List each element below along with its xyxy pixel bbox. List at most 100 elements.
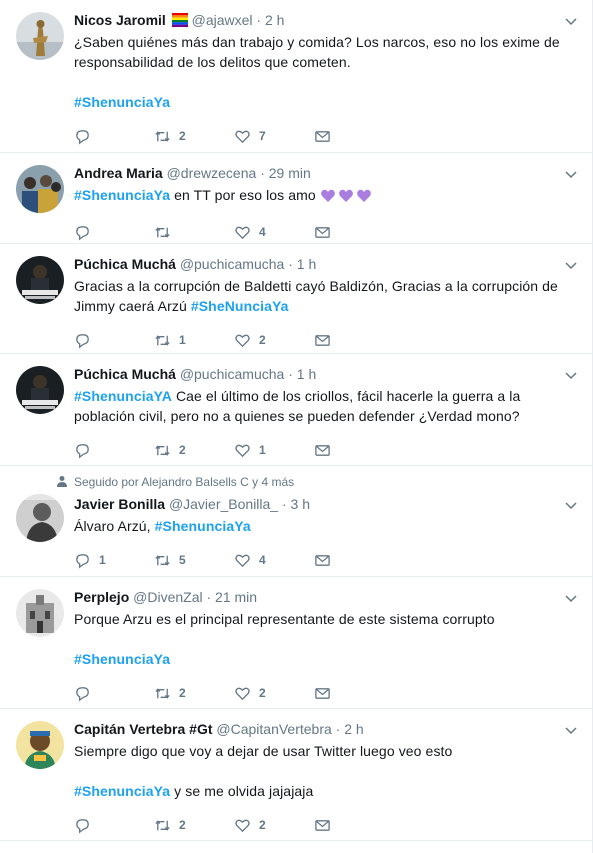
handle[interactable]: @ajawxel <box>192 12 253 28</box>
like-button[interactable]: 7 <box>234 128 314 145</box>
reply-icon <box>76 818 89 833</box>
avatar[interactable] <box>16 589 64 637</box>
social-context-text[interactable]: Seguido por Alejandro Balsells C y 4 más <box>74 475 294 489</box>
tweet-text: Porque Arzu es el principal representant… <box>74 609 580 629</box>
reply-button[interactable]: 1 <box>74 552 154 569</box>
reply-icon <box>76 333 89 348</box>
display-name[interactable]: Perplejo <box>74 589 129 605</box>
display-name[interactable]: Javier Bonilla <box>74 496 165 512</box>
display-name[interactable]: Púchica Muchá <box>74 256 176 272</box>
timestamp[interactable]: 1 h <box>297 256 316 272</box>
like-button[interactable]: 1 <box>234 442 314 459</box>
handle[interactable]: @CapitanVertebra <box>216 721 331 737</box>
avatar[interactable] <box>16 366 64 414</box>
direct-message-button[interactable] <box>314 552 339 569</box>
reply-button[interactable] <box>74 224 154 241</box>
separator: · <box>335 721 341 737</box>
display-name[interactable]: Capitán Vertebra #Gt <box>74 721 213 737</box>
handle[interactable]: @puchicamucha <box>180 256 285 272</box>
tweet[interactable]: Púchica Muchá @puchicamucha · 1 h Gracia… <box>0 244 592 354</box>
hashtag-link[interactable]: #ShenunciaYa <box>74 187 170 203</box>
chevron-down-icon[interactable] <box>564 368 578 382</box>
tweet-text: #ShenunciaYA Cae el último de los crioll… <box>74 386 580 426</box>
envelope-icon <box>315 130 330 142</box>
retweet-button[interactable]: 1 <box>154 332 234 349</box>
timestamp[interactable]: 1 h <box>297 366 316 382</box>
tweet-body: Gracias a la corrupción de Baldetti cayó… <box>74 278 558 314</box>
separator: · <box>256 12 262 28</box>
retweet-button[interactable]: 5 <box>154 552 234 569</box>
reply-button[interactable] <box>74 817 154 834</box>
hashtag-link[interactable]: #ShenunciaYa <box>155 518 251 534</box>
heart-icon <box>235 819 250 832</box>
handle[interactable]: @drewzecena <box>167 165 257 181</box>
retweet-button[interactable]: 2 <box>154 817 234 834</box>
timestamp[interactable]: 2 h <box>265 12 284 28</box>
chevron-down-icon[interactable] <box>564 591 578 605</box>
avatar[interactable] <box>16 165 64 213</box>
reply-button[interactable] <box>74 332 154 349</box>
tweet[interactable]: Capitán Vertebra #Gt @CapitanVertebra · … <box>0 709 592 841</box>
tweet[interactable]: Andrea Maria @drewzecena · 29 min #Shenu… <box>0 153 592 244</box>
hashtag-link[interactable]: #ShenunciaYa <box>74 651 170 667</box>
reply-button[interactable] <box>74 442 154 459</box>
direct-message-button[interactable] <box>314 685 339 702</box>
direct-message-button[interactable] <box>314 817 339 834</box>
timestamp[interactable]: 2 h <box>344 721 363 737</box>
direct-message-button[interactable] <box>314 332 339 349</box>
reply-button[interactable] <box>74 128 154 145</box>
hashtag-link[interactable]: #ShenunciaYA <box>74 388 172 404</box>
timestamp[interactable]: 29 min <box>269 165 311 181</box>
tweet-text-paragraph: #ShenunciaYa <box>74 649 580 669</box>
handle[interactable]: @Javier_Bonilla_ <box>169 496 278 512</box>
avatar[interactable] <box>16 256 64 304</box>
chevron-down-icon[interactable] <box>564 498 578 512</box>
tweet[interactable]: Seguido por Alejandro Balsells C y 4 más… <box>0 466 592 577</box>
retweet-count: 2 <box>179 818 186 832</box>
like-button[interactable]: 2 <box>234 332 314 349</box>
retweet-button[interactable]: 2 <box>154 685 234 702</box>
tweet-text-paragraph: #ShenunciaYa <box>74 92 580 112</box>
tweet-actions: 2 2 <box>74 673 580 713</box>
retweet-icon <box>155 226 170 238</box>
tweet[interactable]: Nicos Jaromil @ajawxel · 2 h ¿Saben quié… <box>0 0 592 153</box>
hashtag-link[interactable]: #ShenunciaYa <box>74 94 170 110</box>
tweet-actions: 2 2 <box>74 805 580 845</box>
display-name[interactable]: Nicos Jaromil <box>74 12 166 28</box>
like-button[interactable]: 4 <box>234 224 314 241</box>
tweet-header: Andrea Maria @drewzecena · 29 min <box>74 163 580 183</box>
display-name[interactable]: Púchica Muchá <box>74 366 176 382</box>
handle[interactable]: @DivenZal <box>133 589 202 605</box>
like-button[interactable]: 2 <box>234 817 314 834</box>
hashtag-link[interactable]: #SheNunciaYa <box>191 298 289 314</box>
retweet-button[interactable]: 2 <box>154 442 234 459</box>
display-name[interactable]: Andrea Maria <box>74 165 163 181</box>
avatar[interactable] <box>16 721 64 769</box>
tweet-partial <box>0 841 592 853</box>
like-button[interactable]: 4 <box>234 552 314 569</box>
chevron-down-icon[interactable] <box>564 258 578 272</box>
like-button[interactable]: 2 <box>234 685 314 702</box>
tweet-body: Siempre digo que voy a dejar de usar Twi… <box>74 743 453 759</box>
tweet-text: Gracias a la corrupción de Baldetti cayó… <box>74 276 580 316</box>
chevron-down-icon[interactable] <box>564 14 578 28</box>
retweet-button[interactable]: 2 <box>154 128 234 145</box>
avatar[interactable] <box>16 12 64 60</box>
chevron-down-icon[interactable] <box>564 723 578 737</box>
direct-message-button[interactable] <box>314 224 339 241</box>
direct-message-button[interactable] <box>314 442 339 459</box>
avatar[interactable] <box>16 494 64 542</box>
reply-icon <box>76 686 89 701</box>
reply-button[interactable] <box>74 685 154 702</box>
retweet-button[interactable] <box>154 224 234 241</box>
tweet-header: Javier Bonilla @Javier_Bonilla_ · 3 h <box>74 494 580 514</box>
hashtag-link[interactable]: #ShenunciaYa <box>74 783 170 799</box>
timestamp[interactable]: 21 min <box>215 589 257 605</box>
tweet[interactable]: Púchica Muchá @puchicamucha · 1 h #Shenu… <box>0 354 592 466</box>
tweet[interactable]: Perplejo @DivenZal · 21 min Porque Arzu … <box>0 577 592 709</box>
timestamp[interactable]: 3 h <box>291 496 310 512</box>
handle[interactable]: @puchicamucha <box>180 366 285 382</box>
direct-message-button[interactable] <box>314 128 339 145</box>
chevron-down-icon[interactable] <box>564 167 578 181</box>
tweet-text: ¿Saben quiénes más dan trabajo y comida?… <box>74 32 580 72</box>
